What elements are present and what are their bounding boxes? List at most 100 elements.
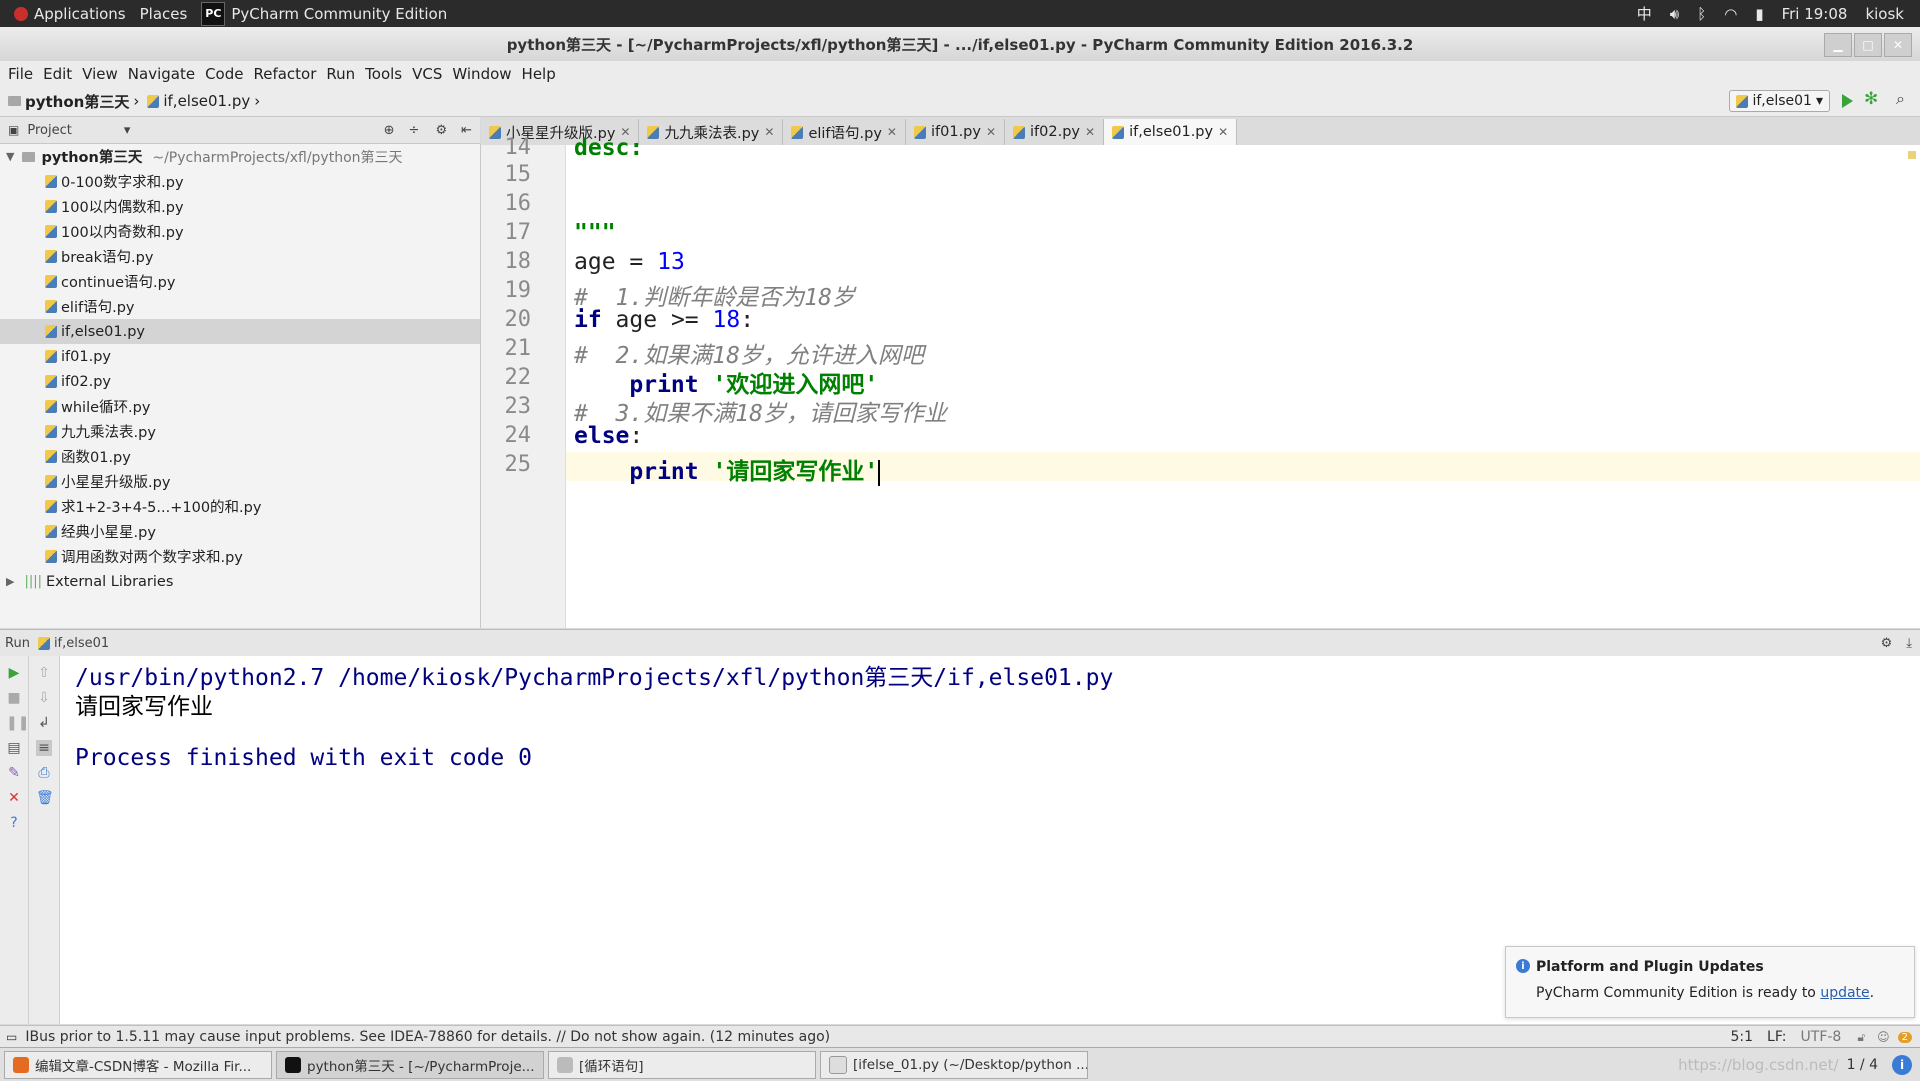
menu-run[interactable]: Run	[326, 65, 355, 83]
close-tab-icon[interactable]: ✕	[1085, 125, 1095, 139]
input-method-indicator[interactable]: 中	[1637, 3, 1652, 24]
menu-help[interactable]: Help	[522, 65, 556, 83]
hector-icon[interactable]: ☺	[1877, 1030, 1890, 1044]
status-message[interactable]: IBus prior to 1.5.11 may cause input pro…	[25, 1029, 830, 1045]
arrow-up-icon[interactable]: ⇧	[36, 665, 52, 681]
editor-tab[interactable]: if,else01.py ✕	[1104, 119, 1238, 145]
tree-file-item[interactable]: 九九乘法表.py	[0, 419, 480, 444]
event-log-badge[interactable]: 2	[1897, 1031, 1912, 1043]
editor-tab[interactable]: if01.py ✕	[905, 119, 1006, 145]
restore-layout-icon[interactable]: ▤	[6, 740, 22, 756]
task-editor[interactable]: [ifelse_01.py (~/Desktop/python ...	[820, 1050, 1088, 1079]
collapse-all-icon[interactable]: ÷	[409, 123, 420, 138]
file-encoding[interactable]: UTF-8	[1801, 1029, 1842, 1045]
tree-file-item[interactable]: if02.py	[0, 369, 480, 394]
chevron-down-icon[interactable]: ▾	[124, 123, 131, 138]
tree-root[interactable]: ▼ python第三天 ~/PycharmProjects/xfl/python…	[0, 144, 480, 169]
print-icon[interactable]: ⎙	[36, 765, 52, 781]
task-pycharm[interactable]: python第三天 - [~/PycharmProje...	[276, 1050, 544, 1079]
close-tab-icon[interactable]: ✕	[986, 125, 996, 139]
tree-file-item[interactable]: 0-100数字求和.py	[0, 169, 480, 194]
editor-tab[interactable]: elif语句.py ✕	[783, 119, 906, 145]
stop-icon[interactable]: ■	[6, 690, 22, 706]
close-tab-icon[interactable]: ✕	[887, 125, 897, 139]
line-separator[interactable]: LF:	[1767, 1029, 1786, 1045]
user-menu[interactable]: kiosk	[1865, 5, 1904, 23]
menu-navigate[interactable]: Navigate	[128, 65, 195, 83]
tree-file-item[interactable]: while循环.py	[0, 394, 480, 419]
menu-view[interactable]: View	[82, 65, 118, 83]
tree-file-item[interactable]: 100以内奇数和.py	[0, 219, 480, 244]
menu-refactor[interactable]: Refactor	[253, 65, 316, 83]
gear-icon[interactable]: ⚙	[1881, 636, 1893, 651]
scroll-to-end-icon[interactable]: ≡	[36, 740, 52, 756]
task-firefox[interactable]: 编辑文章-CSDN博客 - Mozilla Fir...	[4, 1050, 272, 1079]
gear-icon[interactable]: ⚙	[435, 123, 447, 138]
project-view-selector[interactable]: Project	[27, 123, 71, 138]
close-tab-icon[interactable]: ✕	[764, 125, 774, 139]
tree-file-item[interactable]: 函数01.py	[0, 444, 480, 469]
tree-file-item[interactable]: 调用函数对两个数字求和.py	[0, 544, 480, 569]
tree-file-item[interactable]: 100以内偶数和.py	[0, 194, 480, 219]
debug-bug-icon[interactable]: ✻	[1864, 89, 1878, 109]
run-tab[interactable]: if,else01	[54, 636, 109, 651]
close-tab-icon[interactable]: ✕	[1218, 125, 1228, 139]
volume-icon[interactable]: 🔊︎	[1670, 5, 1679, 23]
run-button[interactable]	[1842, 94, 1853, 108]
editor-tab[interactable]: if02.py ✕	[1005, 119, 1105, 145]
maximize-button[interactable]: □	[1854, 33, 1882, 57]
run-configuration-select[interactable]: if,else01 ▾	[1729, 90, 1830, 112]
places-menu[interactable]: Places	[140, 5, 188, 23]
code-editor[interactable]: desc: """ age = 13 # 1.判断年龄是否为18岁 if age…	[566, 135, 1920, 628]
hide-panel-icon[interactable]: ⇤	[461, 123, 472, 138]
tree-file-item[interactable]: 求1+2-3+4-5...+100的和.py	[0, 494, 480, 519]
help-icon[interactable]: ?	[6, 815, 22, 831]
soft-wrap-icon[interactable]: ↲	[36, 715, 52, 731]
notifications-icon[interactable]: i	[1892, 1054, 1912, 1075]
tree-file-item[interactable]: if,else01.py	[0, 319, 480, 344]
trash-icon[interactable]: 🗑︎	[36, 790, 54, 806]
close-window-button[interactable]: ✕	[1884, 33, 1912, 57]
close-icon[interactable]: ✕	[6, 790, 22, 806]
update-link[interactable]: update	[1820, 985, 1869, 1001]
pause-icon[interactable]: ❚❚	[6, 715, 29, 731]
menu-vcs[interactable]: VCS	[412, 65, 442, 83]
clock[interactable]: Fri 19:08	[1782, 5, 1848, 23]
menu-file[interactable]: File	[8, 65, 33, 83]
caret-position[interactable]: 5:1	[1731, 1029, 1754, 1045]
search-everywhere-icon[interactable]: ⌕	[1896, 89, 1905, 109]
arrow-down-icon[interactable]: ⇩	[36, 690, 52, 706]
minimize-button[interactable]: ▁	[1824, 33, 1852, 57]
active-app-menu[interactable]: PC PyCharm Community Edition	[201, 1, 447, 26]
pin-tab-icon[interactable]: ✎	[6, 765, 22, 781]
wifi-icon[interactable]: ◠	[1724, 5, 1737, 23]
menu-window[interactable]: Window	[452, 65, 511, 83]
update-notification[interactable]: i Platform and Plugin Updates PyCharm Co…	[1505, 946, 1915, 1018]
tree-file-item[interactable]: break语句.py	[0, 244, 480, 269]
tree-file-item[interactable]: 小星星升级版.py	[0, 469, 480, 494]
toggle-tool-windows-icon[interactable]: ▭	[6, 1030, 17, 1044]
menu-code[interactable]: Code	[205, 65, 243, 83]
chevron-right-icon[interactable]: ▶	[6, 575, 14, 588]
breadcrumb-project[interactable]: python第三天 ›	[8, 91, 139, 112]
tree-file-item[interactable]: if01.py	[0, 344, 480, 369]
breadcrumb-file[interactable]: if,else01.py ›	[147, 92, 260, 110]
menu-edit[interactable]: Edit	[43, 65, 72, 83]
tree-file-item[interactable]: elif语句.py	[0, 294, 480, 319]
rerun-icon[interactable]: ▶	[6, 665, 22, 681]
tree-external-libraries[interactable]: ▶ |||| External Libraries	[0, 569, 480, 594]
inspection-status-icon[interactable]	[1908, 151, 1916, 159]
scroll-from-source-icon[interactable]: ⊕	[384, 123, 395, 138]
applications-menu[interactable]: Applications	[14, 5, 126, 23]
task-files[interactable]: [循环语句]	[548, 1050, 816, 1079]
workspace-pager[interactable]: 1 / 4	[1847, 1057, 1878, 1073]
tree-file-item[interactable]: 经典小星星.py	[0, 519, 480, 544]
lock-icon[interactable]: 🔓︎	[1857, 1030, 1865, 1045]
battery-icon[interactable]: ▮	[1755, 5, 1763, 23]
editor-tab[interactable]: 九九乘法表.py ✕	[639, 119, 784, 145]
chevron-down-icon[interactable]: ▼	[6, 150, 14, 163]
bluetooth-icon[interactable]: ᛒ	[1697, 5, 1706, 23]
hide-panel-icon[interactable]: ⤓	[1906, 636, 1912, 651]
tree-file-item[interactable]: continue语句.py	[0, 269, 480, 294]
menu-tools[interactable]: Tools	[365, 65, 402, 83]
